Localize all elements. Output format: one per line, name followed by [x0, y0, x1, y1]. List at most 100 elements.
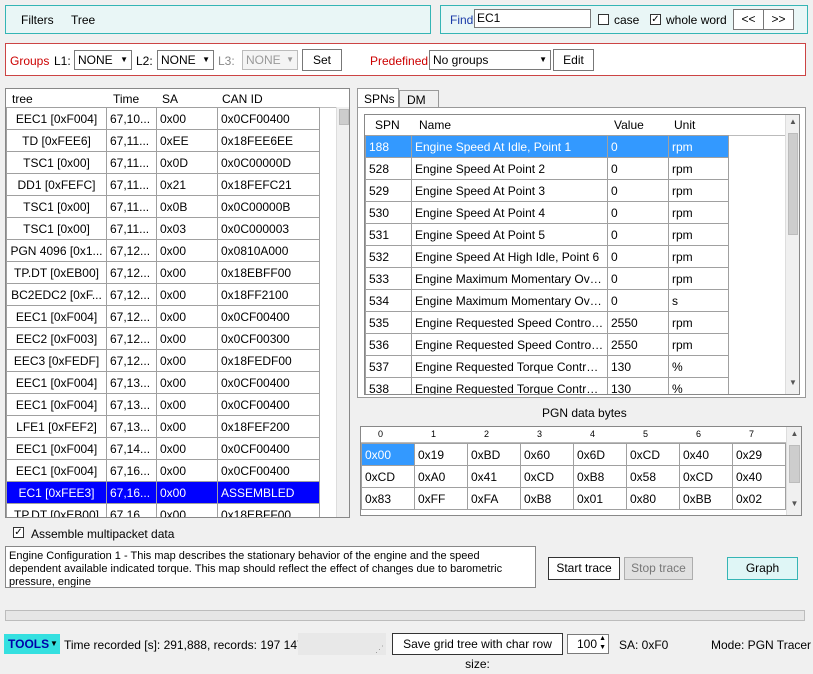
- value-cell[interactable]: 0: [607, 223, 669, 246]
- start-trace-button[interactable]: Start trace: [548, 557, 620, 580]
- scroll-down-icon[interactable]: ▼: [786, 378, 799, 392]
- value-cell[interactable]: 0: [607, 135, 669, 158]
- graph-button[interactable]: Graph: [727, 557, 798, 580]
- tree-menu[interactable]: Tree: [71, 13, 95, 27]
- spn-cell[interactable]: 188: [365, 135, 412, 158]
- sa-cell[interactable]: 0x0B: [156, 195, 218, 218]
- table-row[interactable]: PGN 4096 [0x1... 67,12... 0x00 0x0810A000: [6, 239, 320, 262]
- table-row[interactable]: 528 Engine Speed At Point 2 0 rpm: [365, 157, 729, 180]
- tree-cell[interactable]: EC1 [0xFEE3]: [6, 481, 107, 504]
- table-row[interactable]: 0xCD 0xA0 0x41 0xCD 0xB8 0x58 0xCD 0x40: [361, 465, 786, 488]
- byte-cell[interactable]: 0x02: [732, 487, 786, 510]
- time-cell[interactable]: 67,16...: [106, 481, 157, 504]
- unit-cell[interactable]: rpm: [668, 311, 729, 334]
- tree-cell[interactable]: EEC3 [0xFEDF]: [6, 349, 107, 372]
- table-row[interactable]: 529 Engine Speed At Point 3 0 rpm: [365, 179, 729, 202]
- byte-cell[interactable]: 0x80: [626, 487, 680, 510]
- value-cell[interactable]: 0: [607, 201, 669, 224]
- sa-cell[interactable]: 0x0D: [156, 151, 218, 174]
- scroll-up-icon[interactable]: ▲: [786, 117, 799, 131]
- edit-button[interactable]: Edit: [553, 49, 594, 71]
- time-cell[interactable]: 67,12...: [106, 305, 157, 328]
- sa-cell[interactable]: 0x03: [156, 217, 218, 240]
- time-cell[interactable]: 67,12...: [106, 349, 157, 372]
- scroll-down-icon[interactable]: ▼: [787, 499, 801, 513]
- column-header-value[interactable]: Value: [614, 118, 644, 132]
- tree-cell[interactable]: TSC1 [0x00]: [6, 151, 107, 174]
- table-row[interactable]: TD [0xFEE6] 67,11... 0xEE 0x18FEE6EE: [6, 129, 320, 152]
- table-row[interactable]: BC2EDC2 [0xF... 67,12... 0x00 0x18FF2100: [6, 283, 320, 306]
- name-cell[interactable]: Engine Speed At Point 5: [411, 223, 608, 246]
- table-row[interactable]: 532 Engine Speed At High Idle, Point 6 0 rp…: [365, 245, 729, 268]
- sa-cell[interactable]: 0x00: [156, 327, 218, 350]
- name-cell[interactable]: Engine Maximum Momentary Override...: [411, 267, 608, 290]
- tree-cell[interactable]: PGN 4096 [0x1...: [6, 239, 107, 262]
- tree-cell[interactable]: TSC1 [0x00]: [6, 195, 107, 218]
- table-row[interactable]: EEC1 [0xF004] 67,13... 0x00 0x0CF00400: [6, 371, 320, 394]
- set-button[interactable]: Set: [302, 49, 342, 71]
- byte-cell[interactable]: 0xCD: [626, 443, 680, 466]
- can-id-cell[interactable]: 0x18FEFC21: [217, 173, 320, 196]
- byte-cell[interactable]: 0xB8: [520, 487, 574, 510]
- scrollbar-thumb[interactable]: [789, 445, 800, 483]
- time-cell[interactable]: 67,13...: [106, 415, 157, 438]
- value-cell[interactable]: 0: [607, 267, 669, 290]
- table-row[interactable]: 0x83 0xFF 0xFA 0xB8 0x01 0x80 0xBB 0x02: [361, 487, 786, 510]
- can-id-cell[interactable]: 0x0CF00400: [217, 305, 320, 328]
- byte-cell[interactable]: 0x58: [626, 465, 680, 488]
- value-cell[interactable]: 0: [607, 179, 669, 202]
- byte-cell[interactable]: 0xCD: [520, 465, 574, 488]
- name-cell[interactable]: Engine Requested Torque Control Ra...: [411, 377, 608, 394]
- tree-cell[interactable]: DD1 [0xFEFC]: [6, 173, 107, 196]
- byte-cell[interactable]: 0x19: [414, 443, 468, 466]
- sa-cell[interactable]: 0x00: [156, 349, 218, 372]
- table-row[interactable]: 537 Engine Requested Torque Control Ra...…: [365, 355, 729, 378]
- name-cell[interactable]: Engine Requested Torque Control Ra...: [411, 355, 608, 378]
- unit-cell[interactable]: rpm: [668, 179, 729, 202]
- sa-cell[interactable]: 0x00: [156, 239, 218, 262]
- unit-cell[interactable]: rpm: [668, 333, 729, 356]
- table-row[interactable]: EEC1 [0xF004] 67,14... 0x00 0x0CF00400: [6, 437, 320, 460]
- byte-cell[interactable]: 0x83: [361, 487, 415, 510]
- spn-cell[interactable]: 535: [365, 311, 412, 334]
- case-checkbox[interactable]: [598, 14, 609, 25]
- spn-cell[interactable]: 537: [365, 355, 412, 378]
- table-row[interactable]: DD1 [0xFEFC] 67,11... 0x21 0x18FEFC21: [6, 173, 320, 196]
- byte-cell[interactable]: 0x6D: [573, 443, 627, 466]
- byte-cell[interactable]: 0xA0: [414, 465, 468, 488]
- byte-cell[interactable]: 0x40: [679, 443, 733, 466]
- table-row[interactable]: EEC3 [0xFEDF] 67,12... 0x00 0x18FEDF00: [6, 349, 320, 372]
- unit-cell[interactable]: rpm: [668, 223, 729, 246]
- table-row[interactable]: EC1 [0xFEE3] 67,16... 0x00 ASSEMBLED: [6, 481, 320, 504]
- table-row[interactable]: EEC1 [0xF004] 67,12... 0x00 0x0CF00400: [6, 305, 320, 328]
- save-grid-tree-button[interactable]: Save grid tree with char row size:: [392, 633, 563, 671]
- tree-cell[interactable]: TP.DT [0xEB00]: [6, 503, 107, 517]
- name-cell[interactable]: Engine Requested Speed Control Ra...: [411, 333, 608, 356]
- name-cell[interactable]: Engine Requested Speed Control Ra...: [411, 311, 608, 334]
- can-id-cell[interactable]: 0x18FF2100: [217, 283, 320, 306]
- spn-cell[interactable]: 532: [365, 245, 412, 268]
- can-id-cell[interactable]: 0x0C000003: [217, 217, 320, 240]
- time-cell[interactable]: 67,11...: [106, 173, 157, 196]
- byte-cell[interactable]: 0xB8: [573, 465, 627, 488]
- spn-cell[interactable]: 538: [365, 377, 412, 394]
- unit-cell[interactable]: rpm: [668, 267, 729, 290]
- name-cell[interactable]: Engine Speed At High Idle, Point 6: [411, 245, 608, 268]
- time-cell[interactable]: 67,13...: [106, 371, 157, 394]
- time-cell[interactable]: 67,13...: [106, 393, 157, 416]
- column-header-time[interactable]: Time: [113, 92, 139, 106]
- tree-cell[interactable]: BC2EDC2 [0xF...: [6, 283, 107, 306]
- name-cell[interactable]: Engine Speed At Idle, Point 1: [411, 135, 608, 158]
- filters-menu[interactable]: Filters: [21, 13, 54, 27]
- tree-cell[interactable]: TP.DT [0xEB00]: [6, 261, 107, 284]
- scrollbar-thumb[interactable]: [339, 109, 349, 125]
- value-cell[interactable]: 130: [607, 355, 669, 378]
- spn-cell[interactable]: 536: [365, 333, 412, 356]
- tab-spns[interactable]: SPNs: [357, 88, 399, 108]
- byte-cell[interactable]: 0xCD: [679, 465, 733, 488]
- l2-select[interactable]: NONE ▼: [157, 50, 214, 70]
- table-row[interactable]: EEC2 [0xF003] 67,12... 0x00 0x0CF00300: [6, 327, 320, 350]
- unit-cell[interactable]: %: [668, 377, 729, 394]
- value-cell[interactable]: 0: [607, 245, 669, 268]
- can-id-cell[interactable]: 0x18EBFF00: [217, 261, 320, 284]
